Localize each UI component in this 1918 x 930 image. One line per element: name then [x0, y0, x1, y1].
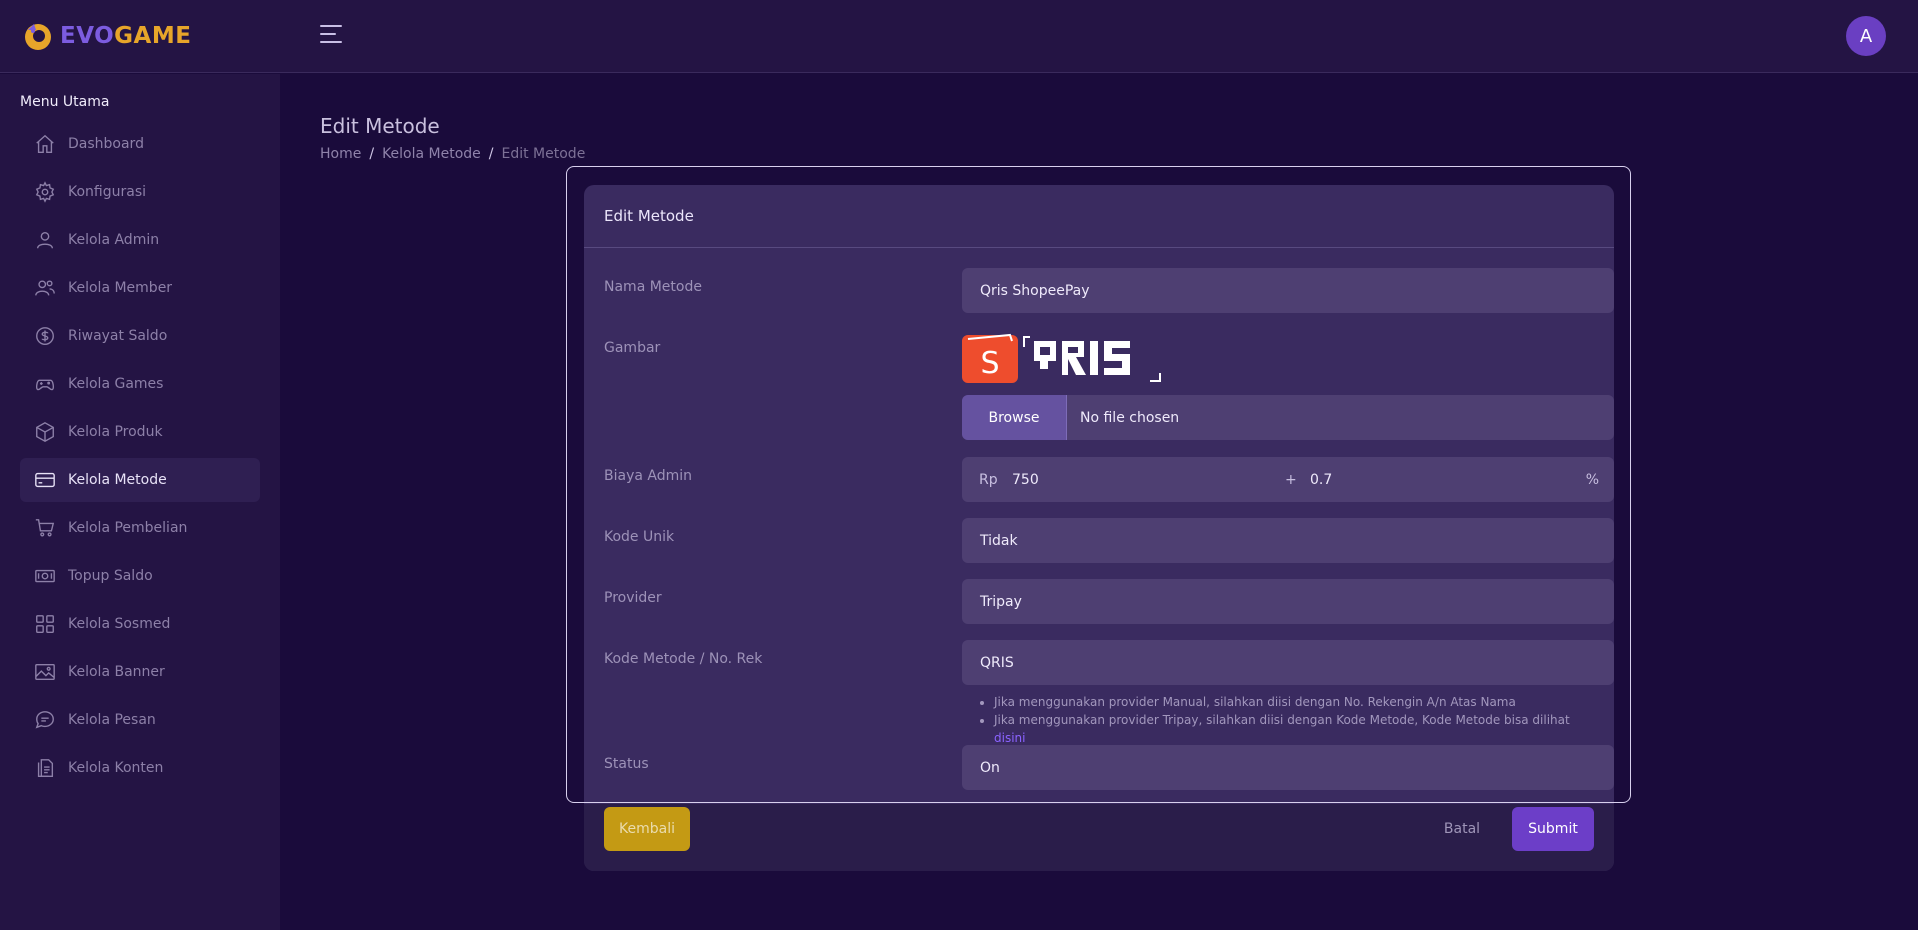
sidebar-menu: Dashboard Konfigurasi Kelola Admin Kelol…	[20, 122, 260, 794]
sidebar-item-label: Kelola Sosmed	[68, 616, 171, 632]
sidebar-item-konfigurasi[interactable]: Konfigurasi	[20, 170, 260, 214]
sidebar-item-label: Kelola Banner	[68, 664, 165, 680]
plus-sign: +	[1285, 471, 1297, 488]
image-icon	[35, 663, 55, 681]
sidebar-heading: Menu Utama	[20, 94, 110, 110]
disini-link[interactable]: disini	[994, 731, 1025, 745]
breadcrumb-separator: /	[369, 146, 375, 162]
sidebar-item-label: Riwayat Saldo	[68, 328, 168, 344]
sidebar-item-label: Kelola Konten	[68, 760, 164, 776]
nama-metode-input[interactable]: Qris ShopeePay	[962, 268, 1614, 313]
kode-metode-label: Kode Metode / No. Rek	[604, 651, 763, 667]
box-icon	[36, 422, 54, 442]
svg-text:S: S	[980, 346, 999, 381]
sidebar-item-label: Kelola Produk	[68, 424, 163, 440]
file-status: No file chosen	[1080, 409, 1180, 426]
page-title: Edit Metode	[320, 114, 440, 138]
gamepad-icon	[36, 379, 54, 391]
submit-button[interactable]: Submit	[1512, 807, 1594, 851]
dollar-icon	[36, 327, 54, 345]
sidebar-item-label: Dashboard	[68, 136, 144, 152]
sidebar-item-dashboard[interactable]: Dashboard	[20, 122, 260, 166]
users-icon	[35, 280, 55, 296]
sidebar-item-label: Kelola Pesan	[68, 712, 156, 728]
sidebar: Menu Utama Dashboard Konfigurasi Kelola …	[0, 74, 280, 930]
hamburger-icon[interactable]	[320, 25, 342, 45]
message-icon	[35, 711, 54, 729]
batal-button[interactable]: Batal	[1442, 807, 1482, 851]
top-bar: EVOGAME A	[0, 0, 1918, 73]
percent-suffix: %	[1585, 471, 1599, 488]
breadcrumb-current: Edit Metode	[501, 146, 586, 162]
breadcrumb: Home / Kelola Metode / Edit Metode	[320, 146, 585, 162]
kode-unik-select[interactable]: Tidak	[962, 518, 1614, 563]
browse-button[interactable]: Browse	[962, 395, 1067, 440]
sidebar-item-kelola-pembelian[interactable]: Kelola Pembelian	[20, 506, 260, 550]
sidebar-item-label: Kelola Member	[68, 280, 173, 296]
sidebar-item-label: Kelola Admin	[68, 232, 160, 248]
breadcrumb-kelola-metode[interactable]: Kelola Metode	[382, 146, 481, 162]
provider-label: Provider	[604, 590, 662, 606]
sidebar-item-kelola-konten[interactable]: Kelola Konten	[20, 746, 260, 790]
gambar-label: Gambar	[604, 340, 661, 356]
biaya-admin-label: Biaya Admin	[604, 468, 693, 484]
sidebar-item-riwayat-saldo[interactable]: Riwayat Saldo	[20, 314, 260, 358]
sidebar-item-kelola-metode[interactable]: Kelola Metode	[20, 458, 260, 502]
sidebar-item-kelola-banner[interactable]: Kelola Banner	[20, 650, 260, 694]
sidebar-item-kelola-produk[interactable]: Kelola Produk	[20, 410, 260, 454]
gear-icon	[35, 181, 55, 203]
sidebar-item-kelola-games[interactable]: Kelola Games	[20, 362, 260, 406]
card-title: Edit Metode	[584, 185, 1614, 248]
sidebar-item-topup-saldo[interactable]: Topup Saldo	[20, 554, 260, 598]
sidebar-item-label: Kelola Games	[68, 376, 164, 392]
status-label: Status	[604, 756, 649, 772]
biaya-admin-group: Rp 750 + 0.7 %	[962, 457, 1614, 502]
sidebar-item-label: Kelola Pembelian	[68, 520, 188, 536]
currency-prefix: Rp	[979, 471, 998, 488]
provider-select[interactable]: Tripay	[962, 579, 1614, 624]
home-icon	[36, 134, 54, 153]
image-file-input[interactable]: Browse No file chosen	[962, 395, 1614, 440]
biaya-fixed-input[interactable]: 750	[1012, 472, 1039, 488]
qris-shopeepay-image: S	[962, 333, 1161, 383]
biaya-percent-input[interactable]: 0.7	[1310, 472, 1332, 488]
sidebar-item-label: Konfigurasi	[68, 184, 147, 200]
document-icon	[37, 759, 54, 777]
banknote-icon	[35, 569, 55, 583]
note-manual: Jika menggunakan provider Manual, silahk…	[994, 693, 1594, 711]
sidebar-item-kelola-admin[interactable]: Kelola Admin	[20, 218, 260, 262]
note-tripay: Jika menggunakan provider Tripay, silahk…	[994, 711, 1594, 747]
user-icon	[36, 231, 54, 249]
breadcrumb-home[interactable]: Home	[320, 146, 361, 162]
sidebar-item-kelola-member[interactable]: Kelola Member	[20, 266, 260, 310]
edit-method-card: Edit Metode Nama Metode Qris ShopeePay G…	[584, 185, 1614, 871]
sidebar-item-kelola-sosmed[interactable]: Kelola Sosmed	[20, 602, 260, 646]
brand-logo[interactable]: EVOGAME	[22, 20, 191, 52]
status-select[interactable]: On	[962, 745, 1614, 790]
logo-icon	[25, 24, 51, 50]
kode-metode-input[interactable]: QRIS	[962, 640, 1614, 685]
breadcrumb-separator: /	[488, 146, 494, 162]
card-icon	[35, 472, 55, 488]
nama-metode-label: Nama Metode	[604, 279, 702, 295]
kembali-button[interactable]: Kembali	[604, 807, 690, 851]
cart-icon	[35, 519, 55, 537]
kode-unik-label: Kode Unik	[604, 529, 675, 545]
sidebar-item-kelola-pesan[interactable]: Kelola Pesan	[20, 698, 260, 742]
sidebar-item-label: Kelola Metode	[68, 472, 167, 488]
sidebar-item-label: Topup Saldo	[68, 568, 153, 584]
grid-icon	[36, 615, 54, 633]
brand-name: EVOGAME	[60, 23, 192, 49]
kode-metode-notes: Jika menggunakan provider Manual, silahk…	[994, 693, 1594, 747]
avatar[interactable]: A	[1846, 16, 1886, 56]
